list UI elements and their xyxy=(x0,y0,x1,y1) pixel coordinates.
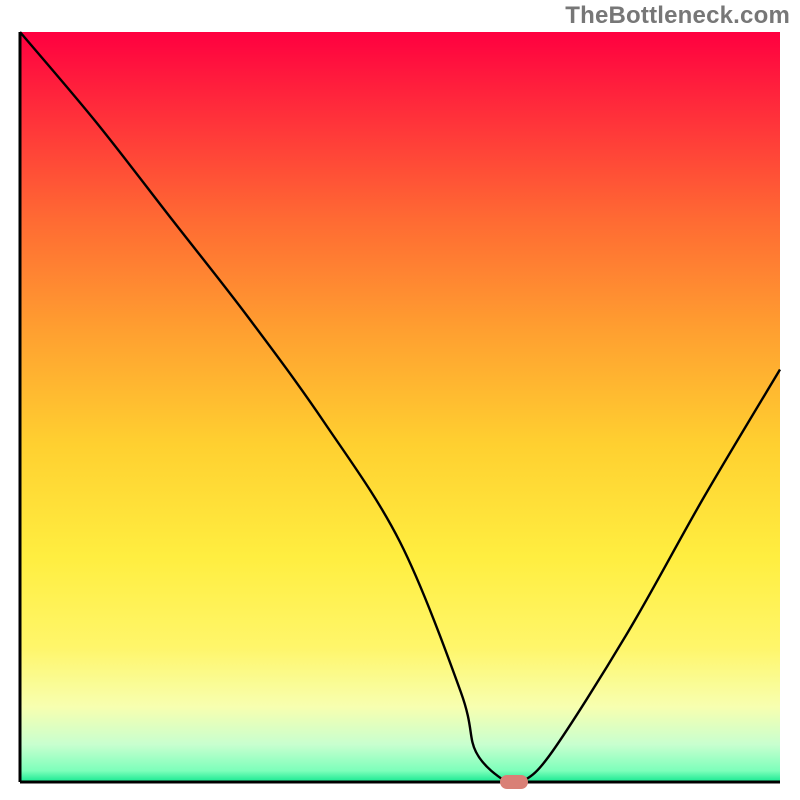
chart-background-gradient xyxy=(20,32,780,782)
watermark-text: TheBottleneck.com xyxy=(565,2,790,30)
chart-marker-optimal xyxy=(500,775,528,789)
bottleneck-chart xyxy=(0,0,800,800)
